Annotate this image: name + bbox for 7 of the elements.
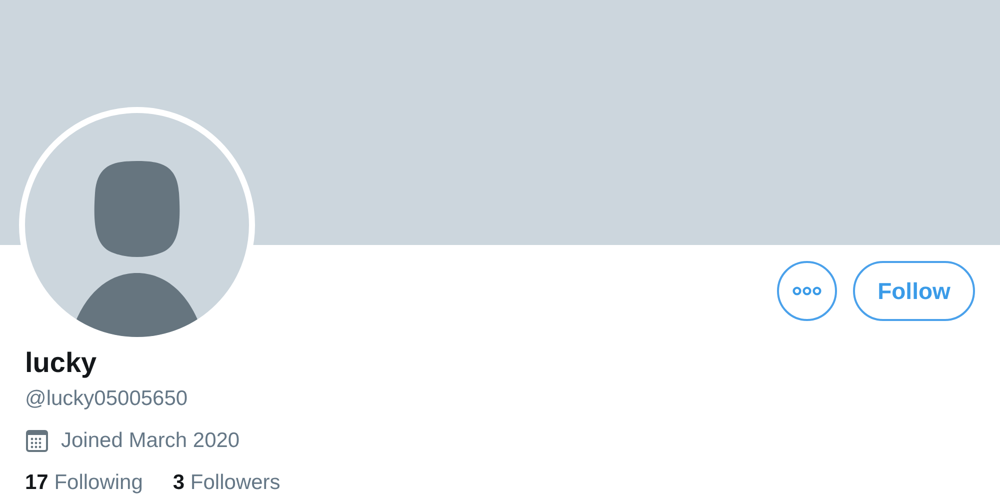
more-dots-icon	[792, 286, 822, 296]
username: @lucky05005650	[25, 387, 189, 411]
calendar-icon	[25, 429, 49, 453]
follow-count-link[interactable]: 17 Following	[25, 471, 143, 495]
join-date: Joined March 2020	[61, 429, 240, 453]
follow-count-link[interactable]: 3 Followers	[172, 471, 280, 495]
display-name: lucky	[25, 347, 98, 379]
